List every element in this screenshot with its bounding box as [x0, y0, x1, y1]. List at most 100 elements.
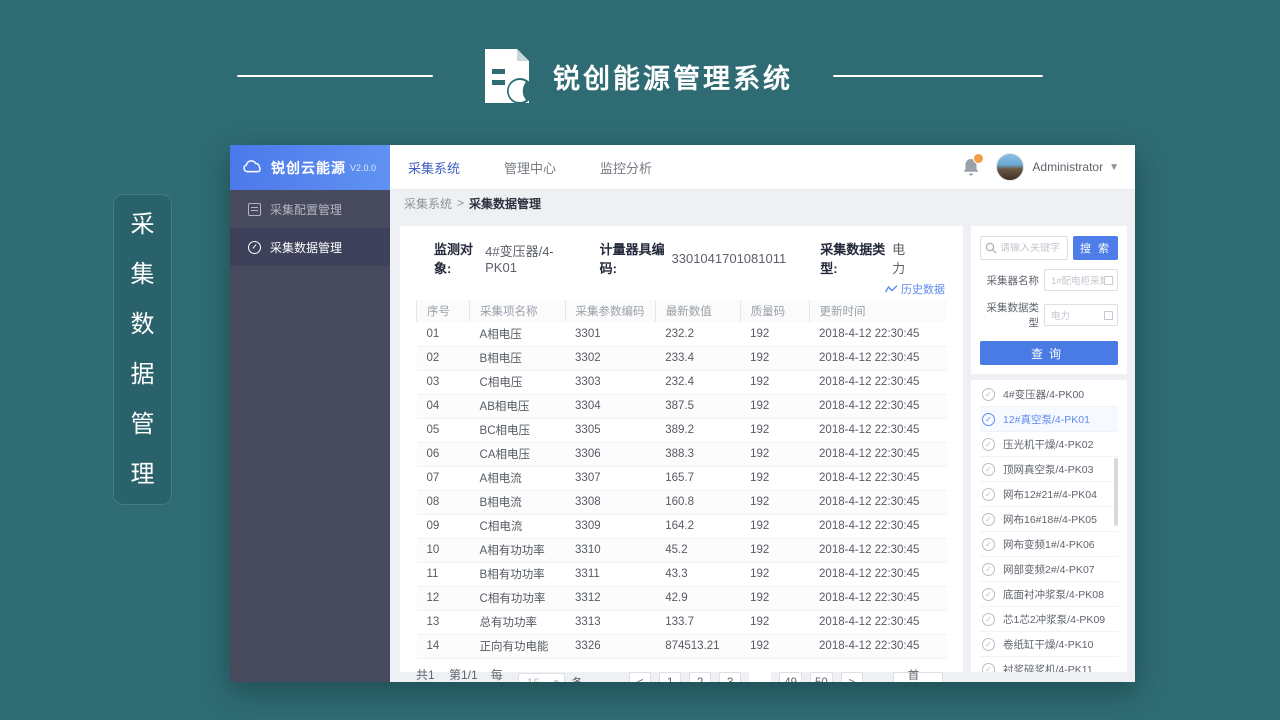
- page-number-button[interactable]: 49: [779, 672, 802, 683]
- table-row[interactable]: 06CA相电压3306388.31922018-4-12 22:30:45: [417, 442, 948, 466]
- notification-bell-icon[interactable]: [962, 157, 980, 177]
- section-label-char: 据: [131, 350, 155, 400]
- device-list-item[interactable]: ✓ 压光机干燥/4-PK02: [980, 432, 1118, 457]
- device-list-item[interactable]: ✓ 4#变压器/4-PK00: [980, 382, 1118, 407]
- table-row[interactable]: 09C相电流3309164.21922018-4-12 22:30:45: [417, 514, 948, 538]
- device-list-item[interactable]: ✓ 网布变频1#/4-PK06: [980, 532, 1118, 557]
- avatar[interactable]: [996, 153, 1024, 181]
- prev-page-button[interactable]: <: [629, 672, 651, 683]
- filter-panel: 搜 索 采集器名称 1#配电柜采集器 采集数据类型 电力 查询: [971, 226, 1127, 672]
- table-cell: 133.7: [655, 610, 740, 634]
- table-cell: 2018-4-12 22:30:45: [809, 394, 947, 418]
- table-header-cell: 更新时间: [809, 300, 947, 322]
- table-row[interactable]: 13总有功功率3313133.71922018-4-12 22:30:45: [417, 610, 948, 634]
- content-area: 监测对象: 4#变压器/4-PK01 计量器具编码: 3301041701081…: [390, 216, 1135, 682]
- table-row[interactable]: 12C相有功功率331242.91922018-4-12 22:30:45: [417, 586, 948, 610]
- collector-name-label: 采集器名称: [980, 273, 1044, 288]
- check-circle-icon: ✓: [982, 663, 995, 673]
- history-data-link[interactable]: 历史数据: [885, 281, 945, 297]
- table-row[interactable]: 02B相电压3302233.41922018-4-12 22:30:45: [417, 346, 948, 370]
- device-list-item[interactable]: ✓ 衬浆碎浆机/4-PK11: [980, 657, 1118, 672]
- data-type-label: 采集数据类型:: [820, 239, 886, 277]
- banner-divider-left: [237, 75, 433, 77]
- user-menu-caret-icon[interactable]: ▼: [1109, 162, 1119, 173]
- table-header-cell: 采集参数编码: [565, 300, 655, 322]
- page-number-button[interactable]: 3: [719, 672, 741, 683]
- table-cell: B相有功功率: [470, 562, 565, 586]
- first-page-button[interactable]: 首页: [893, 672, 943, 683]
- table-cell: 192: [740, 562, 809, 586]
- datatype-select[interactable]: 电力: [1044, 304, 1118, 326]
- section-label-char: 理: [131, 450, 155, 500]
- table-row[interactable]: 07A相电流3307165.71922018-4-12 22:30:45: [417, 466, 948, 490]
- device-list-item[interactable]: ✓ 底面衬冲浆泵/4-PK08: [980, 582, 1118, 607]
- table-cell: 13: [417, 610, 470, 634]
- device-list-item[interactable]: ✓ 顶网真空泵/4-PK03: [980, 457, 1118, 482]
- nav-item[interactable]: 采集系统: [408, 158, 460, 177]
- sidebar-item-collection-data[interactable]: 采集数据管理: [230, 228, 390, 266]
- table-cell: BC相电压: [470, 418, 565, 442]
- breadcrumb-current: 采集数据管理: [469, 195, 541, 212]
- datatype-dropdown-icon: [1104, 311, 1113, 320]
- device-label: 卷纸缸干燥/4-PK10: [1003, 637, 1093, 652]
- search-input[interactable]: [1000, 243, 1063, 254]
- table-cell: 164.2: [655, 514, 740, 538]
- table-header-cell: 采集项名称: [470, 300, 565, 322]
- table-cell: A相电压: [470, 322, 565, 346]
- collector-row: 采集器名称 1#配电柜采集器: [980, 269, 1118, 291]
- nav-item[interactable]: 管理中心: [504, 158, 556, 177]
- device-list-item[interactable]: ✓ 卷纸缸干燥/4-PK10: [980, 632, 1118, 657]
- device-list-item[interactable]: ✓ 网部变频2#/4-PK07: [980, 557, 1118, 582]
- table-row[interactable]: 01A相电压3301232.21922018-4-12 22:30:45: [417, 322, 948, 346]
- page-number-button[interactable]: 2: [689, 672, 711, 683]
- table-row[interactable]: 14正向有功电能3326874513.211922018-4-12 22:30:…: [417, 634, 948, 658]
- page-banner: 锐创能源管理系统: [0, 40, 1280, 112]
- table-header-cell: 序号: [417, 300, 470, 322]
- search-button[interactable]: 搜 索: [1073, 236, 1118, 260]
- table-row[interactable]: 04AB相电压3304387.51922018-4-12 22:30:45: [417, 394, 948, 418]
- table-header-row: 序号采集项名称采集参数编码最新数值质量码更新时间: [417, 300, 948, 322]
- check-circle-icon: ✓: [982, 588, 995, 601]
- table-row[interactable]: 03C相电压3303232.41922018-4-12 22:30:45: [417, 370, 948, 394]
- table-row[interactable]: 05BC相电压3305389.21922018-4-12 22:30:45: [417, 418, 948, 442]
- table-cell: 192: [740, 346, 809, 370]
- sidebar: 锐创云能源 V2.0.0 采集配置管理 采集数据管理: [230, 145, 390, 682]
- sidebar-menu: 采集配置管理 采集数据管理: [230, 190, 390, 266]
- table-row[interactable]: 11B相有功功率331143.31922018-4-12 22:30:45: [417, 562, 948, 586]
- breadcrumb-parent[interactable]: 采集系统: [404, 195, 452, 212]
- table-row[interactable]: 10A相有功功率331045.21922018-4-12 22:30:45: [417, 538, 948, 562]
- page-number-button[interactable]: 1: [659, 672, 681, 683]
- page-number-button[interactable]: 50: [810, 672, 833, 683]
- table-row[interactable]: 08B相电流3308160.81922018-4-12 22:30:45: [417, 490, 948, 514]
- table-cell: A相电流: [470, 466, 565, 490]
- device-list-item[interactable]: ✓ 网布12#21#/4-PK04: [980, 482, 1118, 507]
- table-cell: 192: [740, 370, 809, 394]
- table-cell: 388.3: [655, 442, 740, 466]
- device-list-item[interactable]: ✓ 芯1芯2冲浆泵/4-PK09: [980, 607, 1118, 632]
- query-button[interactable]: 查询: [980, 341, 1118, 365]
- table-cell: 3310: [565, 538, 655, 562]
- device-list-item[interactable]: ✓ 12#真空泵/4-PK01: [980, 407, 1118, 432]
- nav-item[interactable]: 监控分析: [600, 158, 652, 177]
- next-page-button[interactable]: >: [841, 672, 863, 683]
- collector-select[interactable]: 1#配电柜采集器: [1044, 269, 1118, 291]
- table-cell: 3305: [565, 418, 655, 442]
- scrollbar-thumb[interactable]: [1114, 458, 1118, 526]
- sidebar-item-collection-config[interactable]: 采集配置管理: [230, 190, 390, 228]
- page-buttons: <123...4950>: [625, 672, 867, 683]
- table-cell: 3306: [565, 442, 655, 466]
- collection-data-table: 序号采集项名称采集参数编码最新数值质量码更新时间 01A相电压3301232.2…: [416, 300, 947, 659]
- sidebar-item-label: 采集数据管理: [270, 239, 342, 256]
- app-logo[interactable]: 锐创云能源 V2.0.0: [230, 145, 390, 190]
- check-circle-icon: ✓: [982, 613, 995, 626]
- device-list-item[interactable]: ✓ 网布16#18#/4-PK05: [980, 507, 1118, 532]
- table-cell: 01: [417, 322, 470, 346]
- table-cell: 192: [740, 586, 809, 610]
- table-cell: 3308: [565, 490, 655, 514]
- per-page-select[interactable]: 15 ▼: [518, 673, 565, 683]
- table-cell: 总有功功率: [470, 610, 565, 634]
- table-cell: 3326: [565, 634, 655, 658]
- user-name: Administrator: [1032, 160, 1103, 174]
- check-circle-icon: ✓: [982, 413, 995, 426]
- table-cell: 3312: [565, 586, 655, 610]
